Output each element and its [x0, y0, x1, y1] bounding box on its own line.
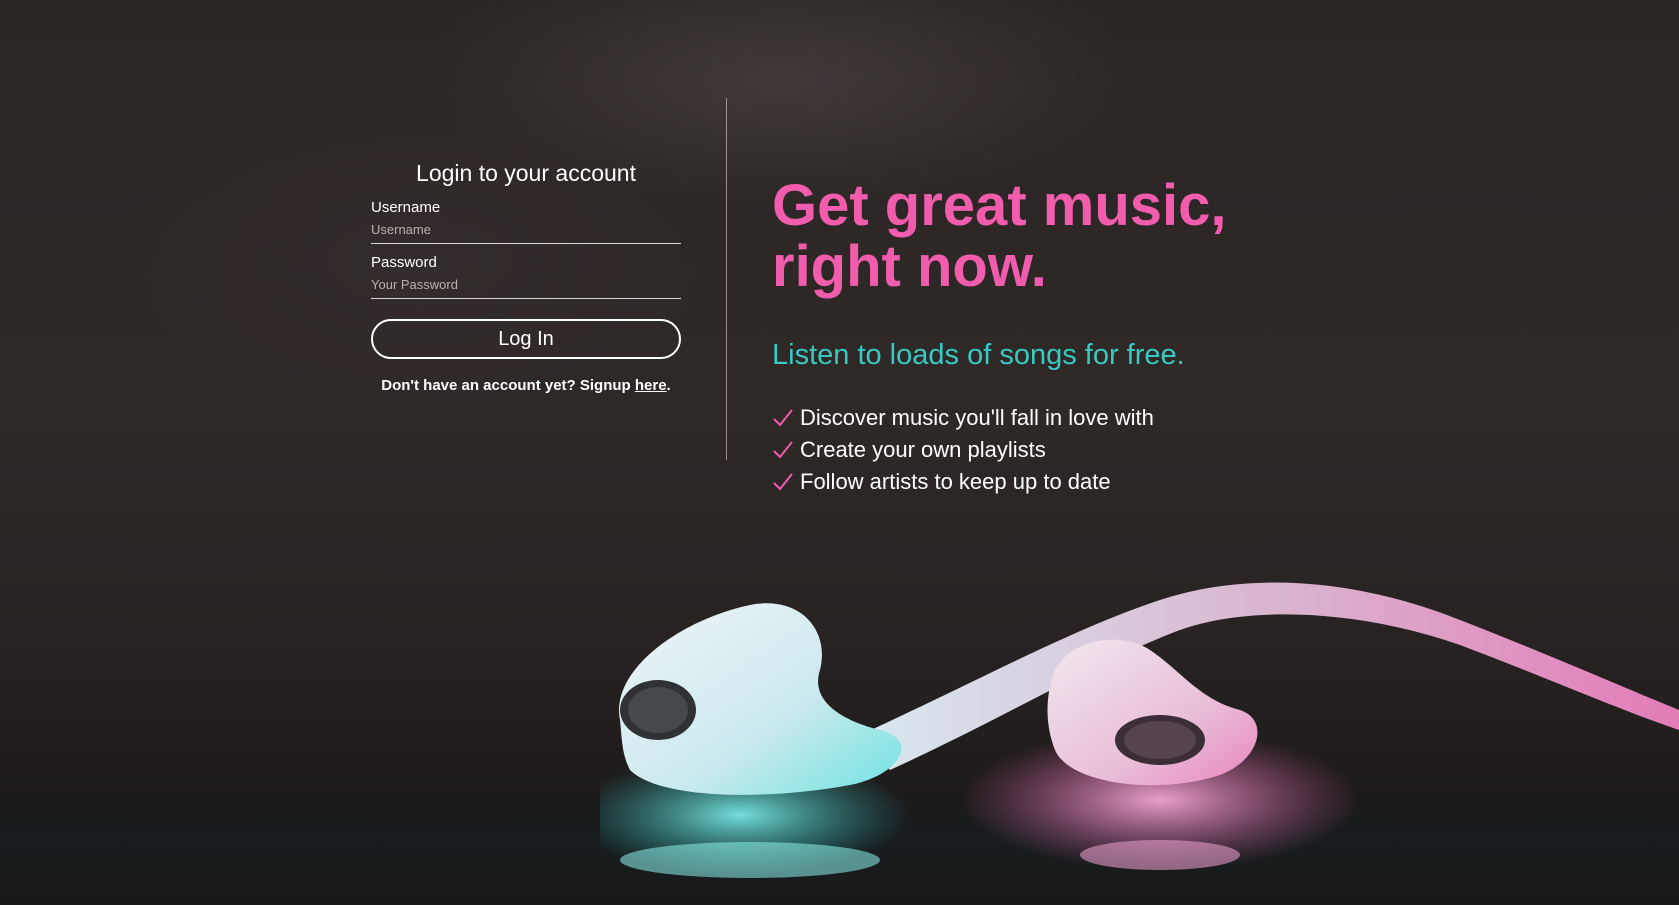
password-input[interactable] [371, 271, 681, 299]
username-label: Username [371, 199, 441, 216]
signup-link[interactable]: here [635, 377, 667, 394]
feature-text: Create your own playlists [800, 437, 1046, 462]
signup-prompt: Don't have an account yet? Signup here. [371, 377, 681, 394]
feature-item: Follow artists to keep up to date [772, 466, 1392, 498]
check-icon [773, 409, 793, 427]
login-button[interactable]: Log In [371, 319, 681, 359]
feature-item: Discover music you'll fall in love with [772, 402, 1392, 434]
login-title: Login to your account [416, 160, 636, 186]
feature-text: Follow artists to keep up to date [800, 469, 1111, 494]
promo-subheadline: Listen to loads of songs for free. [772, 339, 1185, 371]
promo-headline-line2: right now. [772, 234, 1047, 299]
signup-end: . [666, 377, 671, 394]
login-panel: Login to your account Username Password … [371, 150, 681, 394]
promo-section: Get great music, right now. Listen to lo… [772, 175, 1392, 498]
feature-list: Discover music you'll fall in love with … [772, 402, 1392, 498]
password-label: Password [371, 254, 437, 271]
check-icon [773, 441, 793, 459]
page-bottom-edge [0, 905, 1679, 909]
check-icon [773, 473, 793, 491]
promo-headline-line1: Get great music, [772, 173, 1227, 238]
signup-text: Don't have an account yet? Signup [381, 377, 635, 394]
feature-text: Discover music you'll fall in love with [800, 405, 1154, 430]
promo-headline: Get great music, right now. [772, 175, 1392, 297]
earphones-illustration [600, 582, 1679, 878]
feature-item: Create your own playlists [772, 434, 1392, 466]
vertical-divider [726, 98, 727, 460]
username-input[interactable] [371, 216, 681, 244]
